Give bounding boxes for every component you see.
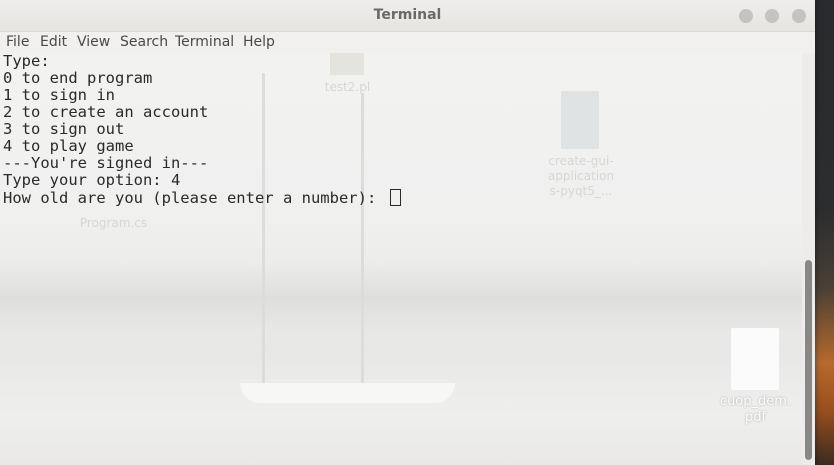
terminal-line: 2 to create an account bbox=[3, 103, 209, 121]
menu-view[interactable]: View bbox=[77, 34, 110, 50]
terminal-line: 0 to end program bbox=[3, 69, 153, 87]
text-cursor[interactable] bbox=[389, 189, 401, 206]
maximize-button[interactable] bbox=[765, 9, 779, 23]
terminal-line: Type: bbox=[3, 53, 50, 70]
menu-help[interactable]: Help bbox=[243, 34, 275, 50]
minimize-button[interactable] bbox=[739, 9, 753, 23]
background-treeline bbox=[0, 263, 802, 333]
scrollbar-thumb[interactable] bbox=[805, 260, 812, 460]
menu-bar: File Edit View Search Terminal Help bbox=[0, 32, 815, 53]
background-file-icon bbox=[561, 91, 599, 149]
terminal-area[interactable]: test2.pl create-gui- application s-pyqt5… bbox=[0, 53, 802, 465]
close-button[interactable] bbox=[792, 9, 806, 23]
terminal-line: 3 to sign out bbox=[3, 120, 125, 138]
title-bar[interactable]: Terminal bbox=[0, 0, 815, 32]
background-boat bbox=[240, 383, 455, 403]
terminal-line: ---You're signed in--- bbox=[3, 154, 209, 172]
menu-terminal[interactable]: Terminal bbox=[175, 34, 234, 50]
scrollbar[interactable] bbox=[802, 53, 815, 465]
terminal-output: Type: 0 to end program 1 to sign in 2 to cr… bbox=[3, 53, 401, 207]
terminal-line: 4 to play game bbox=[3, 137, 134, 155]
pdf-file-icon[interactable] bbox=[731, 328, 779, 390]
desktop-background bbox=[815, 0, 834, 465]
terminal-window: Terminal File Edit View Search Terminal … bbox=[0, 0, 815, 465]
menu-edit[interactable]: Edit bbox=[40, 34, 67, 50]
window-title: Terminal bbox=[373, 7, 442, 23]
terminal-line: 1 to sign in bbox=[3, 86, 115, 104]
pdf-file-label[interactable]: cuop_dem. pdf bbox=[708, 394, 803, 426]
background-file-label: Program.cs bbox=[79, 216, 148, 230]
menu-search[interactable]: Search bbox=[120, 34, 168, 50]
menu-file[interactable]: File bbox=[6, 34, 29, 50]
terminal-line: Type your option: 4 bbox=[3, 171, 181, 189]
terminal-prompt: How old are you (please enter a number): bbox=[3, 189, 386, 207]
background-file-label: create-gui- application s-pyqt5_... bbox=[547, 154, 615, 198]
terminal-prompt-line: How old are you (please enter a number): bbox=[3, 189, 401, 207]
